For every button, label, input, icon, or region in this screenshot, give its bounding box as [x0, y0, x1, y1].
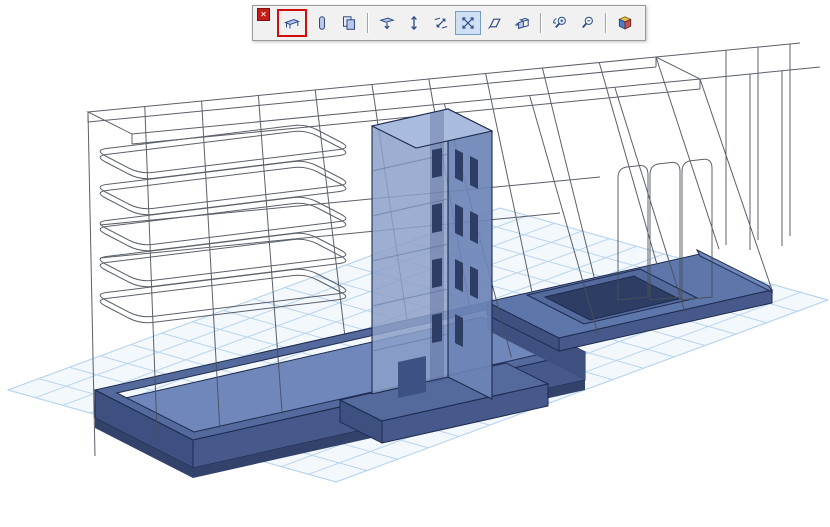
zoom-out-button[interactable] [574, 11, 600, 35]
drag-element-button[interactable] [279, 11, 305, 35]
elevate-button[interactable] [401, 11, 427, 35]
toolbar-separator [367, 13, 369, 33]
duplicate-element-button[interactable] [336, 11, 362, 35]
bench-3d-icon [283, 14, 301, 32]
stretch-arrows-icon [432, 14, 450, 32]
crossed-arrows-icon [459, 14, 477, 32]
drag-down-button[interactable] [374, 11, 400, 35]
3d-display-settings-button[interactable] [612, 11, 638, 35]
stacked-sheets-icon [340, 14, 358, 32]
toolbar-separator [540, 13, 542, 33]
vertical-double-arrow-icon [405, 14, 423, 32]
close-button[interactable]: ✕ [257, 8, 270, 21]
3d-viewport[interactable] [0, 0, 830, 527]
wall-element-button[interactable] [309, 11, 335, 35]
tower-door [398, 356, 426, 398]
magnifier-plus-icon [551, 14, 569, 32]
stretch-button[interactable] [428, 11, 454, 35]
box-arrow-icon [513, 14, 531, 32]
slab-down-arrow-icon [378, 14, 396, 32]
skew-button[interactable] [482, 11, 508, 35]
color-cube-icon [616, 14, 634, 32]
tower-side-face [448, 109, 492, 399]
annotation-highlight [277, 9, 307, 37]
parallelogram-icon [486, 14, 504, 32]
floating-toolbar: ✕ [252, 5, 646, 41]
toolbar-separator [605, 13, 607, 33]
push-box-button[interactable] [509, 11, 535, 35]
orbit-zoom-in-button[interactable] [547, 11, 573, 35]
free-move-button[interactable] [455, 11, 481, 35]
magnifier-minus-icon [578, 14, 596, 32]
vertical-capsule-icon [313, 14, 331, 32]
tower-solid [372, 109, 492, 399]
